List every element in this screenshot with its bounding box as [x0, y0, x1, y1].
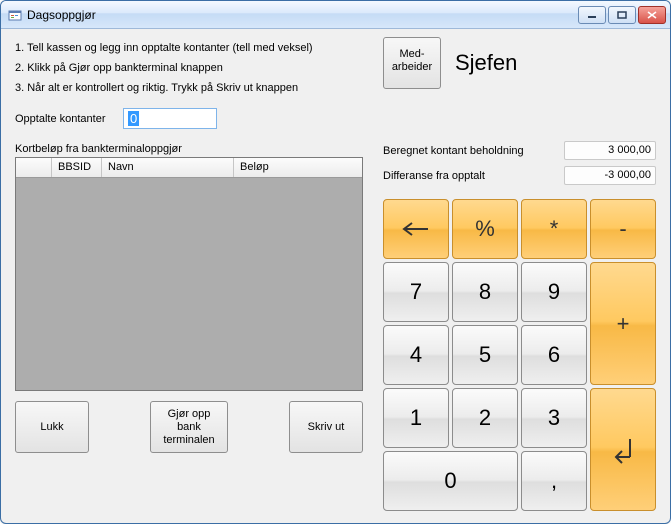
- plus-key[interactable]: +: [590, 262, 656, 385]
- key-3[interactable]: 3: [521, 388, 587, 448]
- key-4[interactable]: 4: [383, 325, 449, 385]
- key-8[interactable]: 8: [452, 262, 518, 322]
- key-1[interactable]: 1: [383, 388, 449, 448]
- minus-key[interactable]: -: [590, 199, 656, 259]
- medarbeider-label: Med-arbeider: [392, 48, 432, 73]
- grid-rowheader: [16, 158, 52, 177]
- instruction-line-1: 1. Tell kassen og legg inn opptalte kont…: [15, 39, 371, 59]
- maximize-button[interactable]: [608, 6, 636, 24]
- key-2[interactable]: 2: [452, 388, 518, 448]
- key-0[interactable]: 0: [383, 451, 518, 511]
- opptalte-label: Opptalte kontanter: [15, 113, 117, 125]
- enter-key[interactable]: [590, 388, 656, 511]
- key-5[interactable]: 5: [452, 325, 518, 385]
- bankterminal-grid[interactable]: BBSID Navn Beløp: [15, 157, 363, 391]
- app-icon: [7, 7, 23, 23]
- instruction-line-3: 3. Når alt er kontrollert og riktig. Try…: [15, 79, 371, 99]
- window-frame: Dagsoppgjør 1. Tell kassen og legg inn o…: [0, 0, 671, 524]
- keypad: % * - 7 8 9 + 4 5 6 1 2 3 0: [383, 199, 656, 511]
- minimize-button[interactable]: [578, 6, 606, 24]
- differanse-label: Differanse fra opptalt: [383, 170, 564, 182]
- instructions: 1. Tell kassen og legg inn opptalte kont…: [15, 39, 371, 98]
- window-title: Dagsoppgjør: [27, 8, 578, 22]
- beregnet-value: 3 000,00: [564, 141, 656, 160]
- grid-caption: Kortbeløp fra bankterminaloppgjør: [15, 143, 371, 155]
- key-6[interactable]: 6: [521, 325, 587, 385]
- multiply-key[interactable]: *: [521, 199, 587, 259]
- lukk-button[interactable]: Lukk: [15, 401, 89, 453]
- gjor-opp-button[interactable]: Gjør oppbankterminalen: [150, 401, 228, 453]
- medarbeider-button[interactable]: Med-arbeider: [383, 37, 441, 89]
- skriv-ut-button[interactable]: Skriv ut: [289, 401, 363, 453]
- grid-header: BBSID Navn Beløp: [16, 158, 362, 178]
- client-area: 1. Tell kassen og legg inn opptalte kont…: [1, 29, 670, 523]
- opptalte-value: 0: [128, 111, 139, 126]
- key-comma[interactable]: ,: [521, 451, 587, 511]
- percent-key[interactable]: %: [452, 199, 518, 259]
- title-bar: Dagsoppgjør: [1, 1, 670, 29]
- differanse-value: -3 000,00: [564, 166, 656, 185]
- key-9[interactable]: 9: [521, 262, 587, 322]
- opptalte-input[interactable]: 0: [123, 108, 217, 129]
- gjor-opp-label: Gjør oppbankterminalen: [163, 408, 214, 448]
- close-button[interactable]: [638, 6, 666, 24]
- grid-col-bbsid[interactable]: BBSID: [52, 158, 102, 177]
- key-7[interactable]: 7: [383, 262, 449, 322]
- grid-col-navn[interactable]: Navn: [102, 158, 234, 177]
- employee-name: Sjefen: [455, 50, 517, 76]
- grid-col-belop[interactable]: Beløp: [234, 158, 362, 177]
- backspace-key[interactable]: [383, 199, 449, 259]
- instruction-line-2: 2. Klikk på Gjør opp bankterminal knappe…: [15, 59, 371, 79]
- beregnet-label: Beregnet kontant beholdning: [383, 145, 564, 157]
